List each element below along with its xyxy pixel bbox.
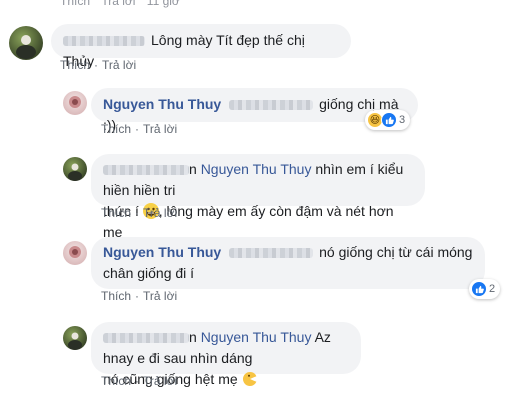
blurred-author-name [103, 165, 189, 176]
reply-link[interactable]: Trả lời [102, 58, 136, 72]
like-reaction-icon [471, 281, 487, 297]
comment-bubble: Lông mày Tít đẹp thế chị Thủy [51, 24, 351, 69]
reply-link[interactable]: Trả lời [143, 206, 177, 220]
avatar[interactable] [63, 241, 87, 265]
avatar-image [68, 332, 82, 350]
avatar-image [69, 246, 81, 258]
avatar[interactable] [63, 326, 87, 350]
comment-author[interactable]: Nguyen Thu Thuy [103, 244, 221, 260]
comment-text-line2: chân giống đi í [103, 265, 195, 281]
avatar-image [69, 96, 81, 108]
like-link[interactable]: Thích [101, 122, 131, 136]
blurred-author-name [63, 36, 145, 47]
comment-text-line1: nó giống chị từ cái móng [319, 244, 473, 260]
avatar[interactable] [63, 157, 87, 181]
avatar-image [68, 163, 82, 181]
top-reply-link[interactable]: Trả lời [101, 0, 135, 8]
comment-author-suffix: n [189, 329, 197, 345]
blurred-mention [229, 248, 314, 259]
reaction-count: 2 [489, 283, 496, 295]
comment-bubble: n Nguyen Thu Thuy Az hnay e đi sau nhìn … [91, 322, 361, 387]
comment-actions: Thích · Trả lời [60, 58, 137, 72]
reaction-summary[interactable]: 2 [469, 279, 501, 299]
reply-link[interactable]: Trả lời [143, 374, 177, 388]
mention-tag[interactable]: Nguyen Thu Thuy [201, 161, 312, 177]
top-actions-fragment: Thích Trả lời 11 giờ [60, 0, 180, 8]
top-like-link[interactable]: Thích [60, 0, 90, 8]
reaction-count: 3 [399, 114, 406, 126]
comment-bubble: n Nguyen Thu Thuy nhìn em í kiểu hiền hi… [91, 154, 425, 240]
comment-author-suffix: n [189, 161, 197, 177]
comment-actions: Thích · Trả lời [101, 122, 178, 136]
pacman-emoji-icon [242, 371, 258, 387]
avatar[interactable] [63, 91, 87, 115]
like-link[interactable]: Thích [101, 289, 131, 303]
top-timestamp: 11 giờ [146, 0, 180, 8]
reply-link[interactable]: Trả lời [143, 289, 177, 303]
reaction-summary[interactable]: 😆 3 [365, 110, 411, 130]
reply-link[interactable]: Trả lời [143, 122, 177, 136]
like-reaction-icon [381, 112, 397, 128]
like-link[interactable]: Thích [101, 374, 131, 388]
comment-actions: Thích · Trả lời [101, 206, 178, 220]
avatar[interactable] [9, 26, 43, 60]
comment-bubble: Nguyen Thu Thuy nó giống chị từ cái móng… [91, 237, 485, 289]
comment-actions: Thích · Trả lời [101, 374, 178, 388]
like-link[interactable]: Thích [101, 206, 131, 220]
comment-author[interactable]: Nguyen Thu Thuy [103, 96, 221, 112]
blurred-author-name [103, 333, 189, 344]
comment-actions: Thích · Trả lời [101, 289, 178, 303]
mention-tag[interactable]: Nguyen Thu Thuy [201, 329, 312, 345]
like-link[interactable]: Thích [60, 58, 90, 72]
avatar-image [16, 35, 36, 59]
blurred-mention [229, 100, 314, 111]
